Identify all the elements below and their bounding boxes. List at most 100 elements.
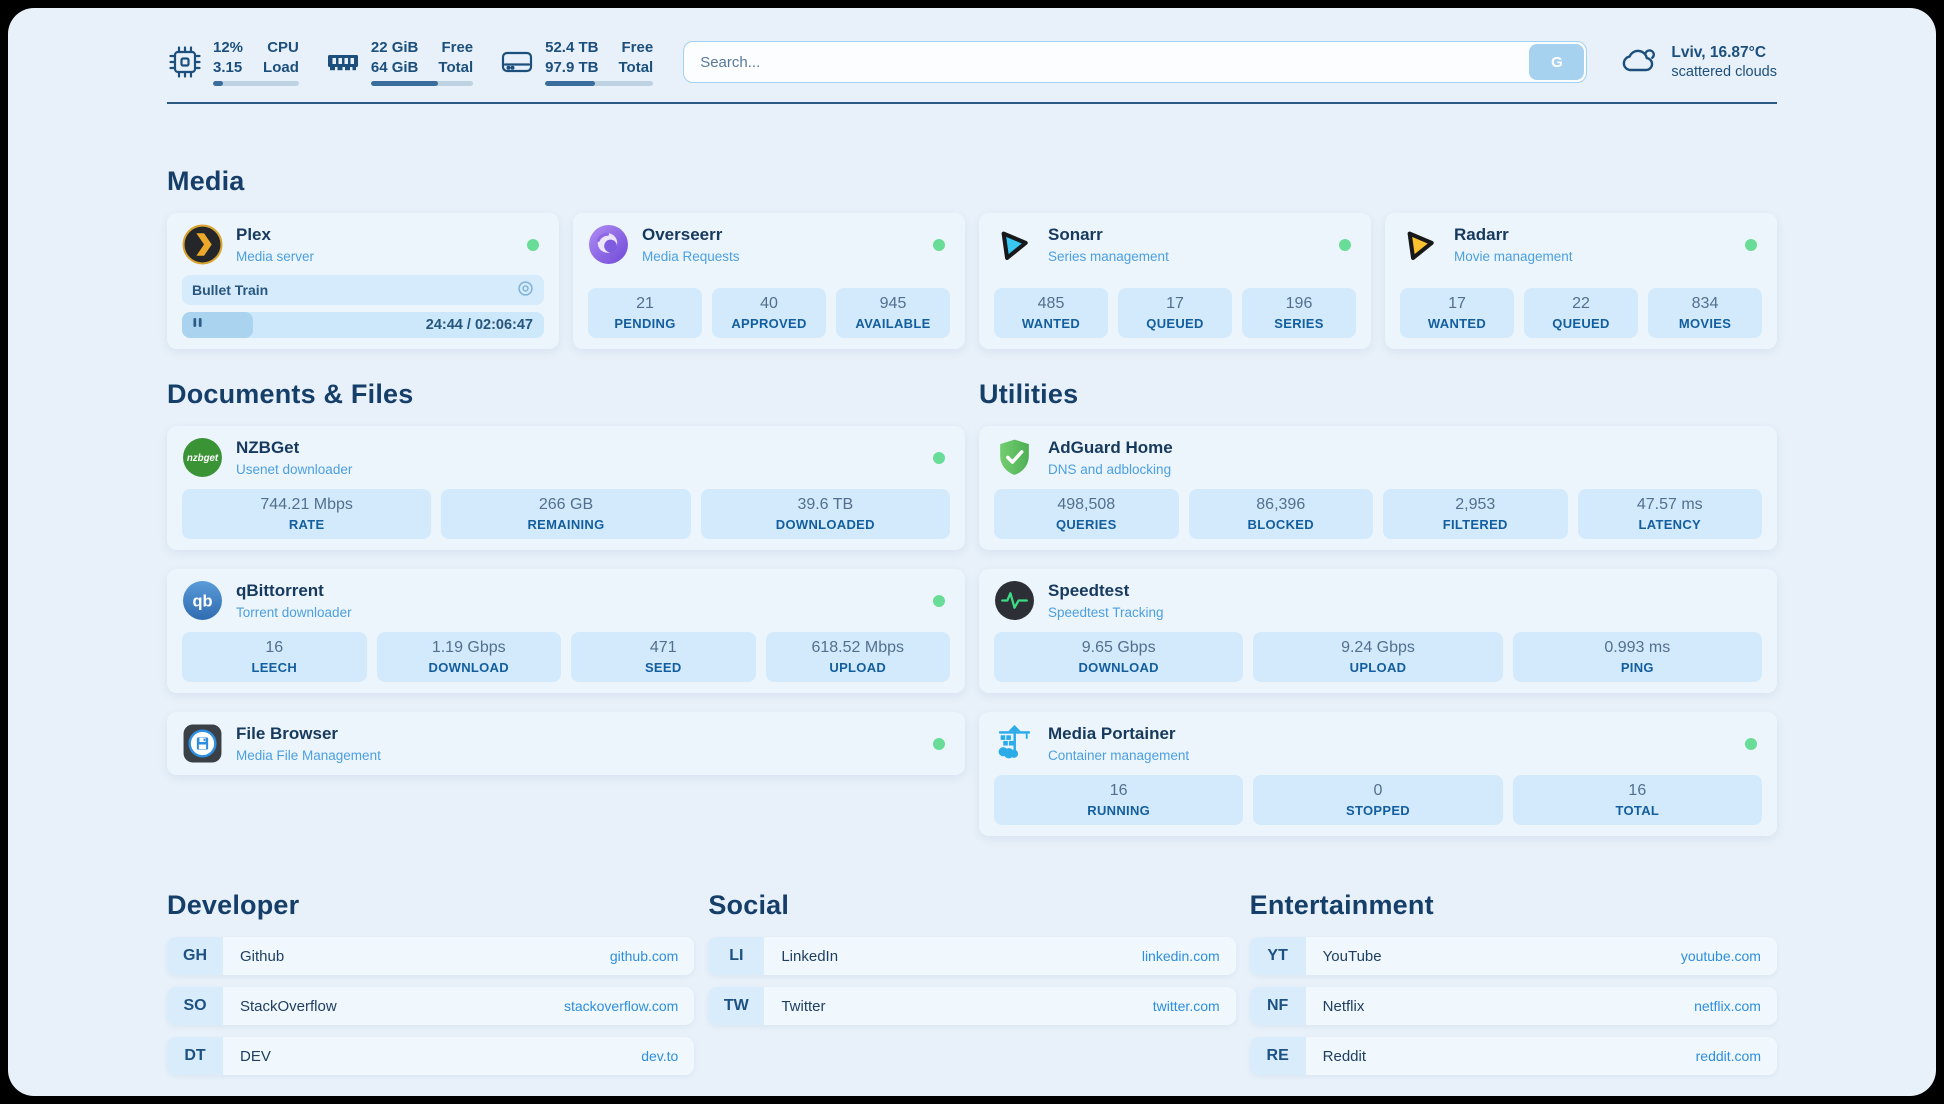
weather-text: Lviv, 16.87°C scattered clouds [1671,44,1777,80]
bookmark-name: LinkedIn [764,937,1142,975]
service-subtitle: Series management [1048,249,1169,264]
middle-columns: Documents & Files nzbget [167,379,1777,836]
service-link-sonarr[interactable]: Sonarr Series management [994,224,1356,265]
service-link-filebrowser[interactable]: File Browser Media File Management [182,723,950,764]
service-link-speedtest[interactable]: Speedtest Speedtest Tracking [994,580,1762,621]
utilities-column: Utilities [979,379,1777,836]
service-subtitle: Media File Management [236,748,381,763]
service-title: AdGuard Home [1048,438,1173,458]
bookmark-dev[interactable]: DT DEV dev.to [167,1037,694,1075]
bookmark-abbr: SO [167,987,223,1025]
service-link-overseerr[interactable]: Overseerr Media Requests [588,224,950,265]
service-link-adguard[interactable]: AdGuard Home DNS and adblocking [994,437,1762,478]
stat-box: 16 LEECH [182,632,367,682]
stat-label: PENDING [592,316,698,331]
stat-box: 485 WANTED [994,288,1108,338]
service-link-portainer[interactable]: Media Portainer Container management [994,723,1762,764]
disk-progress-track [545,81,653,86]
status-dot [1745,738,1757,750]
service-card-speedtest: Speedtest Speedtest Tracking 9.65 Gbps D… [979,569,1777,693]
cloud-icon [1617,40,1659,85]
nzbget-icon: nzbget [182,437,223,478]
bookmark-name: StackOverflow [223,987,564,1025]
now-playing-title: Bullet Train [192,282,268,298]
playback-time: 24:44 / 02:06:47 [426,312,533,338]
disk-free-value: 52.4 TB [545,38,598,58]
stat-value: 16 [998,781,1239,801]
stat-value: 86,396 [1193,495,1370,515]
status-dot [1339,239,1351,251]
status-dot [933,452,945,464]
ram-icon [325,44,361,80]
section-title-entertainment: Entertainment [1250,890,1777,921]
stat-label: DOWNLOAD [998,660,1239,675]
stat-label: LATENCY [1582,517,1759,532]
stat-value: 471 [575,638,752,658]
service-link-qbittorrent[interactable]: qb qBittorrent Torrent downloader [182,580,950,621]
bookmark-group-social: Social LI LinkedIn linkedin.com TW Twitt… [708,890,1235,1075]
bookmark-name: Netflix [1306,987,1694,1025]
stat-box: 1.19 Gbps DOWNLOAD [377,632,562,682]
sonarr-stats: 485 WANTED 17 QUEUED 196 SERIES [994,277,1356,338]
service-title: Speedtest [1048,581,1164,601]
adguard-titles: AdGuard Home DNS and adblocking [1048,438,1173,476]
ram-text: 22 GiB 64 GiB Free Total [371,38,473,86]
stat-label: QUERIES [998,517,1175,532]
service-subtitle: Speedtest Tracking [1048,605,1164,620]
service-link-nzbget[interactable]: nzbget NZBGet Usenet downloader [182,437,950,478]
service-subtitle: Container management [1048,748,1189,763]
record-icon [517,280,534,300]
stat-value: 834 [1652,294,1758,314]
qbittorrent-stats: 16 LEECH 1.19 Gbps DOWNLOAD 471 SEED [182,632,950,682]
cpu-progress-track [213,81,299,86]
bookmark-twitter[interactable]: TW Twitter twitter.com [708,987,1235,1025]
disk-free-label: Free [622,38,654,58]
search-input[interactable] [683,41,1587,83]
service-card-adguard: AdGuard Home DNS and adblocking 498,508 … [979,426,1777,550]
filebrowser-titles: File Browser Media File Management [236,724,381,762]
status-dot [933,738,945,750]
stat-value: 16 [186,638,363,658]
status-dot [527,239,539,251]
bookmark-netflix[interactable]: NF Netflix netflix.com [1250,987,1777,1025]
bookmark-stackoverflow[interactable]: SO StackOverflow stackoverflow.com [167,987,694,1025]
weather-widget: Lviv, 16.87°C scattered clouds [1617,40,1777,85]
service-link-plex[interactable]: Plex Media server [182,224,544,265]
stat-box: 17 QUEUED [1118,288,1232,338]
status-dot [1745,239,1757,251]
section-title-media: Media [167,166,1777,197]
weather-condition: scattered clouds [1671,64,1777,80]
stat-label: DOWNLOADED [705,517,946,532]
service-subtitle: Media server [236,249,314,264]
stat-value: 17 [1404,294,1510,314]
bookmark-name: Github [223,937,610,975]
social-links: LI LinkedIn linkedin.com TW Twitter twit… [708,937,1235,1025]
search-provider-button[interactable]: G [1529,44,1584,80]
service-subtitle: DNS and adblocking [1048,462,1173,477]
stat-box: 16 TOTAL [1513,775,1762,825]
stat-box: 618.52 Mbps UPLOAD [766,632,951,682]
cpu-progress-fill [213,81,223,86]
bookmark-name: Reddit [1306,1037,1696,1075]
header-divider [167,102,1777,104]
disk-total-value: 97.9 TB [545,58,598,78]
bookmark-youtube[interactable]: YT YouTube youtube.com [1250,937,1777,975]
stat-box: 9.24 Gbps UPLOAD [1253,632,1502,682]
bookmark-group-developer: Developer GH Github github.com SO StackO… [167,890,694,1075]
bookmark-linkedin[interactable]: LI LinkedIn linkedin.com [708,937,1235,975]
bookmark-reddit[interactable]: RE Reddit reddit.com [1250,1037,1777,1075]
stat-value: 47.57 ms [1582,495,1759,515]
stat-label: QUEUED [1122,316,1228,331]
stat-box: 40 APPROVED [712,288,826,338]
bookmark-github[interactable]: GH Github github.com [167,937,694,975]
service-link-radarr[interactable]: Radarr Movie management [1400,224,1762,265]
bookmark-name: Twitter [764,987,1152,1025]
stat-box: 39.6 TB DOWNLOADED [701,489,950,539]
sonarr-icon [994,224,1035,265]
adguard-icon [994,437,1035,478]
stat-box: 196 SERIES [1242,288,1356,338]
stat-box: 17 WANTED [1400,288,1514,338]
service-card-sonarr: Sonarr Series management 485 WANTED 17 Q… [979,213,1371,349]
stat-value: 266 GB [445,495,686,515]
cpu-load-value: 3.15 [213,58,243,78]
